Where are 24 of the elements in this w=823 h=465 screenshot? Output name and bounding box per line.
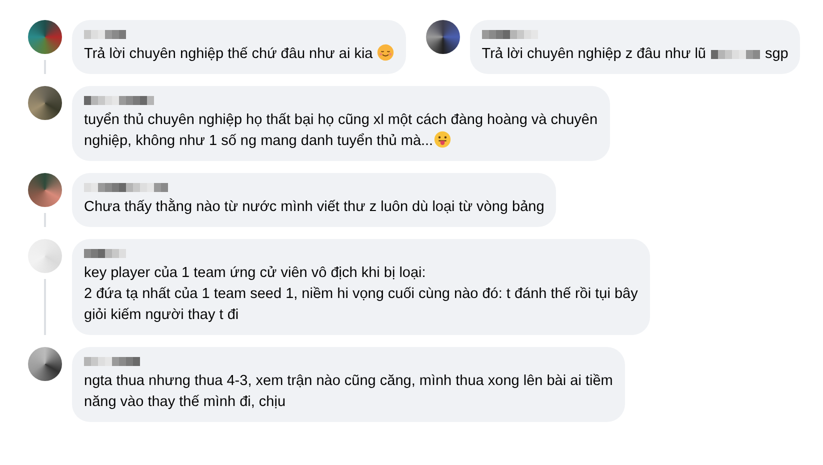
- avatar[interactable]: [28, 347, 62, 381]
- comment-text: Trả lời chuyên nghiệp z đâu như lũ: [482, 46, 706, 62]
- avatar[interactable]: [28, 86, 62, 120]
- avatar[interactable]: [28, 173, 62, 207]
- pixelated-name: [84, 357, 140, 366]
- comment-text: giỏi kiếm người thay t đi: [84, 307, 239, 323]
- pixelated-name: [482, 30, 538, 39]
- comment-text: ngta thua nhưng thua 4-3, xem trận nào cũng căng, mình thua xong lên bài ai tiềm: [84, 373, 613, 389]
- smiling-face-icon: [376, 44, 394, 61]
- comment-text: sgp: [764, 46, 788, 62]
- avatar[interactable]: [426, 20, 460, 54]
- comment-text: 2 đứa tạ nhất của 1 team seed 1, niềm hi vọng cuối cùng nào đó: t đánh thế rồi tụi bây: [84, 286, 638, 302]
- comment-text: Trả lời chuyên nghiệp thế chứ đâu như ai kia: [84, 46, 373, 62]
- pixelated-name: [84, 30, 126, 39]
- pixelated-name: [84, 249, 126, 258]
- avatar[interactable]: [28, 20, 62, 54]
- pixelated-word: [710, 50, 760, 59]
- comment-text: key player của 1 team ứng cử viên vô địch khi bị loại:: [84, 265, 426, 281]
- comment-text: Chưa thấy thằng nào từ nước mình viết thư z luôn dù loại từ vòng bảng: [84, 199, 544, 215]
- pixelated-name: [84, 96, 154, 105]
- comment-text: tuyển thủ chuyên nghiệp họ thất bại họ cũng xl một cách đàng hoàng và chuyên: [84, 112, 598, 128]
- comment-text: năng vào thay thế mình đi, chịu: [84, 394, 286, 410]
- comment-text: nghiệp, không như 1 số ng mang danh tuyển thủ mà...: [84, 133, 434, 149]
- tongue-face-icon: [434, 131, 452, 148]
